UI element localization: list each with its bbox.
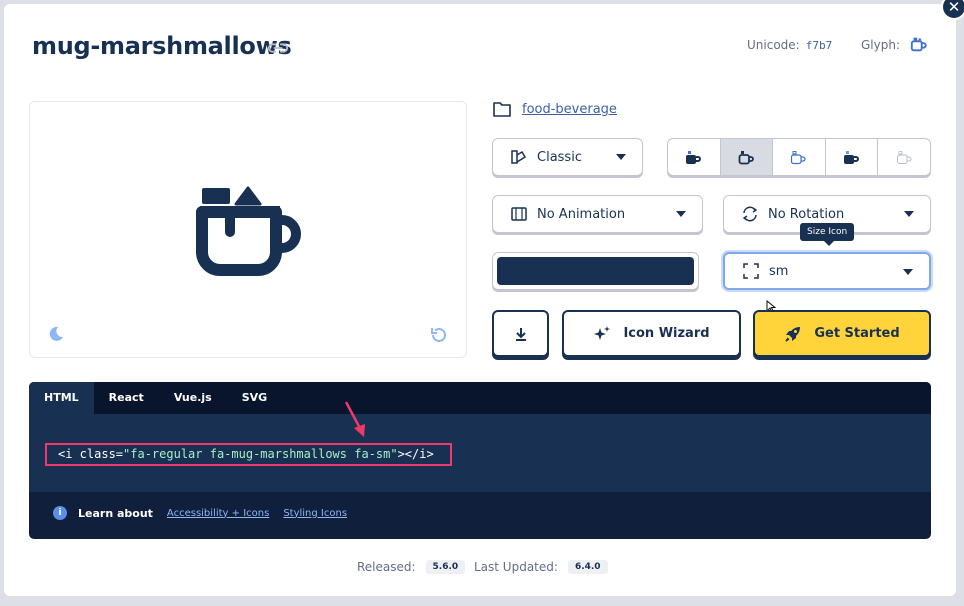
- color-picker[interactable]: [492, 252, 699, 290]
- annotation-arrow-icon: [344, 401, 365, 437]
- style-thin-button[interactable]: [878, 139, 930, 175]
- dark-mode-icon[interactable]: [48, 326, 64, 342]
- sparkles-icon: [594, 325, 611, 340]
- folder-icon: [493, 102, 511, 117]
- rotation-value: No Rotation: [768, 206, 845, 222]
- mug-marshmallows-glyph-icon[interactable]: [910, 35, 928, 53]
- chevron-down-icon: [676, 211, 686, 217]
- mug-marshmallows-preview-icon: [196, 186, 301, 276]
- learn-about-label: Learn about: [78, 506, 153, 520]
- code-snippet-open: <i class=: [58, 447, 124, 461]
- chevron-down-icon: [616, 154, 626, 160]
- reset-icon[interactable]: [430, 326, 448, 344]
- size-tooltip: Size Icon: [800, 223, 855, 246]
- released-label: Released:: [357, 560, 416, 574]
- styling-icons-link[interactable]: Styling Icons: [283, 508, 347, 519]
- rotate-icon: [742, 206, 758, 222]
- animation-select[interactable]: No Animation: [492, 195, 703, 233]
- unicode-label: Unicode:: [747, 38, 800, 52]
- mug-duotone-icon: [844, 150, 860, 164]
- get-started-button[interactable]: Get Started: [753, 310, 931, 357]
- code-snippet-class: "fa-regular fa-mug-marshmallows fa-sm": [123, 447, 398, 461]
- icon-wizard-label: Icon Wizard: [623, 326, 710, 341]
- code-snippet-close: ></i>: [397, 447, 434, 461]
- rocket-icon: [785, 326, 801, 342]
- style-variant-group: [667, 138, 931, 176]
- style-family-select[interactable]: Classic: [492, 138, 643, 176]
- released-info: Released: 5.6.0: [357, 560, 466, 574]
- mug-regular-icon: [738, 150, 754, 164]
- learn-about-row: i Learn about Accessibility + Icons Styl…: [53, 506, 361, 520]
- mug-light-icon: [791, 150, 807, 164]
- category-link[interactable]: food-beverage: [522, 102, 617, 117]
- link-icon[interactable]: [267, 40, 289, 56]
- size-select[interactable]: sm: [723, 252, 931, 290]
- get-started-label: Get Started: [814, 326, 900, 341]
- icon-wizard-button[interactable]: Icon Wizard: [562, 310, 741, 357]
- code-panel: HTML React Vue.js SVG <i class="fa-regul…: [29, 382, 931, 539]
- palette-icon: [511, 150, 527, 164]
- animation-value: No Animation: [537, 206, 626, 222]
- color-swatch: [497, 257, 694, 285]
- code-snippet-area: <i class="fa-regular fa-mug-marshmallows…: [29, 414, 931, 492]
- code-snippet[interactable]: <i class="fa-regular fa-mug-marshmallows…: [45, 443, 452, 466]
- code-tabs: HTML React Vue.js SVG: [29, 382, 931, 414]
- tab-vuejs[interactable]: Vue.js: [159, 382, 227, 414]
- chevron-down-icon: [903, 269, 913, 275]
- icon-preview: [29, 101, 467, 358]
- mug-thin-icon: [896, 150, 912, 164]
- icon-title: mug-marshmallows: [32, 32, 292, 60]
- updated-info: Last Updated: 6.4.0: [474, 560, 608, 574]
- accessibility-link[interactable]: Accessibility + Icons: [167, 508, 269, 519]
- style-family-value: Classic: [537, 149, 582, 165]
- released-version: 5.6.0: [425, 560, 466, 574]
- size-value: sm: [769, 263, 789, 279]
- tab-svg[interactable]: SVG: [227, 382, 282, 414]
- info-icon: i: [53, 506, 67, 520]
- film-icon: [511, 207, 527, 221]
- icon-detail-modal: mug-marshmallows Unicode: f7b7 Glyph: foo…: [4, 4, 956, 596]
- style-duotone-button[interactable]: [826, 139, 879, 175]
- updated-label: Last Updated:: [474, 560, 558, 574]
- style-solid-button[interactable]: [668, 139, 721, 175]
- tab-react[interactable]: React: [94, 382, 159, 414]
- mug-solid-icon: [686, 150, 702, 164]
- chevron-down-icon: [904, 211, 914, 217]
- download-icon: [515, 327, 526, 341]
- updated-version: 6.4.0: [567, 560, 608, 574]
- glyph-label: Glyph:: [861, 38, 900, 52]
- tab-html[interactable]: HTML: [29, 382, 94, 414]
- download-button[interactable]: [492, 310, 549, 357]
- style-regular-button[interactable]: [720, 139, 774, 175]
- style-light-button[interactable]: [773, 139, 826, 175]
- expand-icon: [743, 263, 759, 279]
- unicode-info: Unicode: f7b7: [747, 38, 832, 52]
- unicode-value[interactable]: f7b7: [806, 39, 833, 52]
